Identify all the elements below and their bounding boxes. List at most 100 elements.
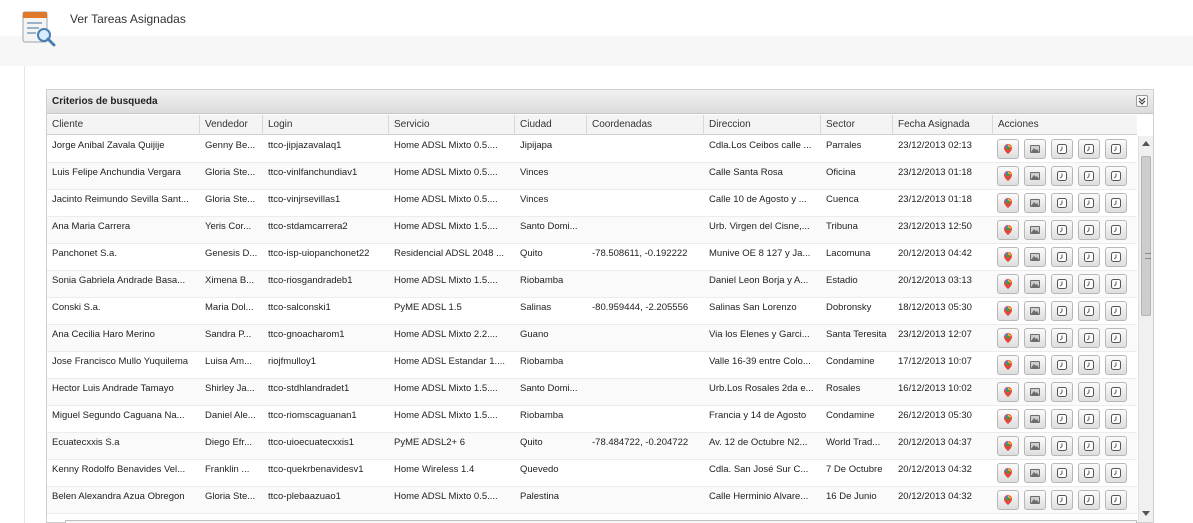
column-header-sector[interactable]: Sector xyxy=(821,115,893,135)
clock-icon[interactable] xyxy=(1078,220,1100,240)
table-row[interactable]: Hector Luis Andrade Tamayo Shirley Ja... t… xyxy=(47,379,1137,406)
table-row[interactable]: Belen Alexandra Azua Obregon Gloria Ste..… xyxy=(47,487,1137,514)
table-row[interactable]: Miguel Segundo Caguana Na... Daniel Ale..… xyxy=(47,406,1137,433)
clock-icon[interactable] xyxy=(1078,301,1100,321)
table-row[interactable]: Jacinto Reimundo Sevilla Sant... Gloria S… xyxy=(47,190,1137,217)
clock-icon[interactable] xyxy=(1051,463,1073,483)
table-row[interactable]: Luis Felipe Anchundia Vergara Gloria Ste.… xyxy=(47,163,1137,190)
scroll-thumb[interactable] xyxy=(1141,156,1151,316)
clock-icon[interactable] xyxy=(1051,382,1073,402)
map-pin-icon[interactable] xyxy=(997,355,1019,375)
map-pin-icon[interactable] xyxy=(997,409,1019,429)
map-pin-icon[interactable] xyxy=(997,328,1019,348)
clock-icon[interactable] xyxy=(1105,382,1127,402)
clock-icon[interactable] xyxy=(1105,166,1127,186)
collapse-icon[interactable] xyxy=(1136,95,1148,107)
clock-icon[interactable] xyxy=(1078,409,1100,429)
map-pin-icon[interactable] xyxy=(997,139,1019,159)
clock-icon[interactable] xyxy=(1078,355,1100,375)
clock-icon[interactable] xyxy=(1051,436,1073,456)
image-icon[interactable] xyxy=(1024,382,1046,402)
clock-icon[interactable] xyxy=(1078,166,1100,186)
column-header-vendedor[interactable]: Vendedor xyxy=(200,115,263,135)
clock-icon[interactable] xyxy=(1078,139,1100,159)
table-row[interactable]: Panchonet S.a. Genesis D... ttco-isp-uiopa… xyxy=(47,244,1137,271)
clock-icon[interactable] xyxy=(1105,247,1127,267)
map-pin-icon[interactable] xyxy=(997,490,1019,510)
clock-icon[interactable] xyxy=(1105,193,1127,213)
clock-icon[interactable] xyxy=(1105,490,1127,510)
clock-icon[interactable] xyxy=(1078,193,1100,213)
image-icon[interactable] xyxy=(1024,490,1046,510)
scroll-up-icon[interactable] xyxy=(1142,141,1150,146)
table-row[interactable]: Jose Francisco Mullo Yuquilema Luisa Am..… xyxy=(47,352,1137,379)
map-pin-icon[interactable] xyxy=(997,193,1019,213)
image-icon[interactable] xyxy=(1024,409,1046,429)
column-header-fecha-asignada[interactable]: Fecha Asignada xyxy=(893,115,993,135)
map-pin-icon[interactable] xyxy=(997,463,1019,483)
column-header-coordenadas[interactable]: Coordenadas xyxy=(587,115,704,135)
clock-icon[interactable] xyxy=(1051,274,1073,294)
clock-icon[interactable] xyxy=(1078,436,1100,456)
cell-acciones xyxy=(993,298,1137,324)
image-icon[interactable] xyxy=(1024,463,1046,483)
image-icon[interactable] xyxy=(1024,328,1046,348)
clock-icon[interactable] xyxy=(1051,328,1073,348)
column-header-cliente[interactable]: Cliente xyxy=(47,115,200,135)
clock-icon[interactable] xyxy=(1051,220,1073,240)
clock-icon[interactable] xyxy=(1051,409,1073,429)
image-icon[interactable] xyxy=(1024,301,1046,321)
clock-icon[interactable] xyxy=(1105,436,1127,456)
column-header-login[interactable]: Login xyxy=(263,115,389,135)
clock-icon[interactable] xyxy=(1078,247,1100,267)
clock-icon[interactable] xyxy=(1105,328,1127,348)
image-icon[interactable] xyxy=(1024,166,1046,186)
vertical-scrollbar[interactable] xyxy=(1138,136,1153,522)
table-row[interactable]: Kenny Rodolfo Benavides Vel... Franklin .… xyxy=(47,460,1137,487)
clock-icon[interactable] xyxy=(1051,247,1073,267)
clock-icon[interactable] xyxy=(1078,490,1100,510)
image-icon[interactable] xyxy=(1024,220,1046,240)
clock-icon[interactable] xyxy=(1078,463,1100,483)
clock-icon[interactable] xyxy=(1051,166,1073,186)
column-header-ciudad[interactable]: Ciudad xyxy=(515,115,587,135)
clock-icon[interactable] xyxy=(1105,274,1127,294)
table-row[interactable]: Jorge Anibal Zavala Quijije Genny Be... tt… xyxy=(47,136,1137,163)
clock-icon[interactable] xyxy=(1051,490,1073,510)
clock-icon[interactable] xyxy=(1051,193,1073,213)
scroll-down-icon[interactable] xyxy=(1142,511,1150,516)
clock-icon[interactable] xyxy=(1105,139,1127,159)
clock-icon[interactable] xyxy=(1105,301,1127,321)
clock-icon[interactable] xyxy=(1051,301,1073,321)
clock-icon[interactable] xyxy=(1105,220,1127,240)
image-icon[interactable] xyxy=(1024,436,1046,456)
column-header-direccion[interactable]: Direccion xyxy=(704,115,821,135)
clock-icon[interactable] xyxy=(1105,409,1127,429)
map-pin-icon[interactable] xyxy=(997,274,1019,294)
clock-icon[interactable] xyxy=(1078,382,1100,402)
image-icon[interactable] xyxy=(1024,139,1046,159)
column-header-servicio[interactable]: Servicio xyxy=(389,115,515,135)
table-row[interactable]: Ecuatecxxis S.a Diego Efr... ttco-uioecuat… xyxy=(47,433,1137,460)
cell-vendedor: Gloria Ste... xyxy=(205,194,256,205)
image-icon[interactable] xyxy=(1024,193,1046,213)
image-icon[interactable] xyxy=(1024,274,1046,294)
clock-icon[interactable] xyxy=(1105,355,1127,375)
clock-icon[interactable] xyxy=(1051,355,1073,375)
table-row[interactable]: Sonia Gabriela Andrade Basa... Ximena B..… xyxy=(47,271,1137,298)
map-pin-icon[interactable] xyxy=(997,220,1019,240)
clock-icon[interactable] xyxy=(1078,274,1100,294)
clock-icon[interactable] xyxy=(1105,463,1127,483)
table-row[interactable]: Ana Cecilia Haro Merino Sandra P... ttco-g… xyxy=(47,325,1137,352)
map-pin-icon[interactable] xyxy=(997,382,1019,402)
map-pin-icon[interactable] xyxy=(997,436,1019,456)
image-icon[interactable] xyxy=(1024,355,1046,375)
map-pin-icon[interactable] xyxy=(997,247,1019,267)
image-icon[interactable] xyxy=(1024,247,1046,267)
clock-icon[interactable] xyxy=(1051,139,1073,159)
clock-icon[interactable] xyxy=(1078,328,1100,348)
table-row[interactable]: Ana Maria Carrera Yeris Cor... ttco-stdamc… xyxy=(47,217,1137,244)
table-row[interactable]: Conski S.a. Maria Dol... ttco-salconski1 Py… xyxy=(47,298,1137,325)
map-pin-icon[interactable] xyxy=(997,166,1019,186)
map-pin-icon[interactable] xyxy=(997,301,1019,321)
